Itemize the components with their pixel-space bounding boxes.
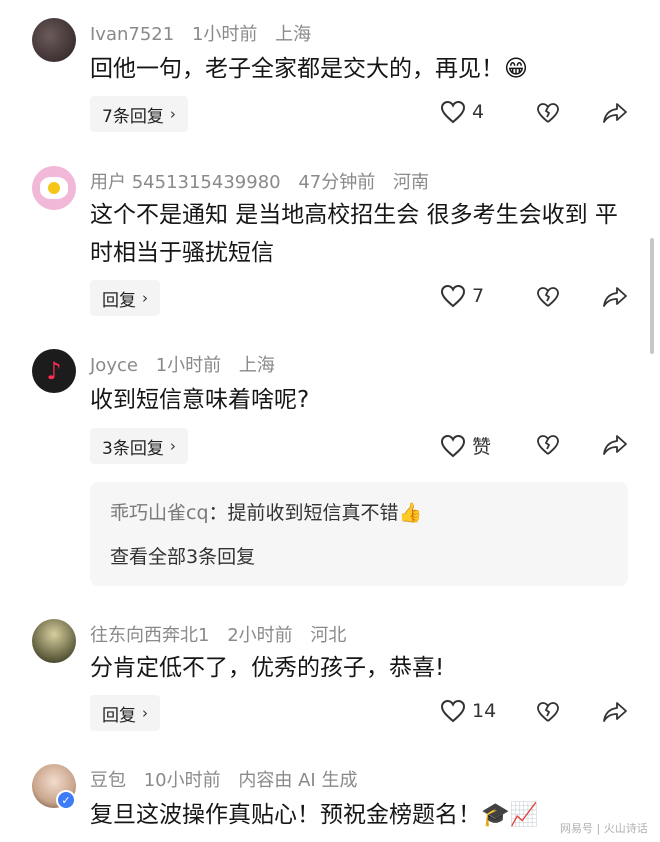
broken-heart-icon bbox=[537, 287, 559, 307]
share-button[interactable] bbox=[602, 286, 628, 312]
comment-text: 这个不是通知 是当地高校招生会 很多考生会收到 平时相当于骚扰短信 bbox=[90, 202, 618, 266]
comment-time: 1小时前 bbox=[191, 24, 258, 45]
avatar[interactable] bbox=[32, 18, 76, 62]
chevron-right-icon: › bbox=[142, 289, 148, 307]
share-arrow-icon bbox=[603, 702, 627, 722]
sub-reply: 乖巧山雀cq：提前收到短信真不错👍 bbox=[110, 502, 423, 524]
broken-heart-icon bbox=[537, 435, 559, 455]
username[interactable]: 豆包 bbox=[90, 770, 126, 791]
share-arrow-icon bbox=[603, 103, 627, 123]
reply-label: 7条回复 bbox=[102, 106, 164, 127]
sub-reply-preview[interactable]: 乖巧山雀cq：提前收到短信真不错👍 查看全部3条回复 bbox=[90, 482, 628, 586]
like-button[interactable]: 赞 bbox=[440, 432, 491, 459]
comment-time: 10小时前 bbox=[143, 770, 221, 791]
share-button[interactable] bbox=[602, 701, 628, 727]
comment-location: 河南 bbox=[392, 172, 429, 193]
comment-text: 分肯定低不了，优秀的孩子，恭喜! bbox=[90, 655, 445, 681]
heart-outline-icon bbox=[440, 100, 466, 124]
watermark: 网易号 | 火山诗话 bbox=[560, 822, 648, 835]
comment-text: 回他一句，老子全家都是交大的，再见！😁 bbox=[90, 56, 528, 82]
heart-outline-icon bbox=[440, 284, 466, 308]
like-count: 赞 bbox=[472, 436, 492, 458]
comment-location: 河北 bbox=[310, 625, 347, 646]
reply-label: 回复 bbox=[102, 705, 136, 726]
share-button[interactable] bbox=[602, 434, 628, 460]
verified-check-icon: ✓ bbox=[56, 790, 76, 810]
sub-reply-username[interactable]: 乖巧山雀cq bbox=[110, 502, 209, 524]
dislike-button[interactable] bbox=[536, 701, 560, 727]
comment-text: 收到短信意味着啥呢? bbox=[90, 387, 310, 413]
share-button[interactable] bbox=[602, 102, 628, 128]
scrollbar[interactable] bbox=[650, 238, 654, 354]
comment-actions: 4 bbox=[440, 96, 640, 132]
broken-heart-icon bbox=[537, 103, 559, 123]
username[interactable]: 往东向西奔北1 bbox=[90, 625, 209, 646]
reply-button[interactable]: 回复 › bbox=[90, 280, 160, 316]
username[interactable]: Ivan7521 bbox=[90, 24, 174, 45]
share-arrow-icon bbox=[603, 435, 627, 455]
like-count: 4 bbox=[472, 101, 485, 123]
reply-button[interactable]: 回复 › bbox=[90, 695, 160, 731]
comment-time: 47分钟前 bbox=[298, 172, 376, 193]
broken-heart-icon bbox=[537, 702, 559, 722]
reply-label: 回复 bbox=[102, 290, 136, 311]
dislike-button[interactable] bbox=[536, 286, 560, 312]
comment-actions: 7 bbox=[440, 280, 640, 316]
view-replies-button[interactable]: 3条回复 › bbox=[90, 428, 188, 464]
view-replies-button[interactable]: 7条回复 › bbox=[90, 96, 188, 132]
avatar[interactable] bbox=[32, 619, 76, 663]
like-button[interactable]: 14 bbox=[440, 699, 496, 723]
dislike-button[interactable] bbox=[536, 102, 560, 128]
chevron-right-icon: › bbox=[169, 105, 176, 123]
sub-reply-text: 提前收到短信真不错👍 bbox=[227, 502, 423, 524]
share-arrow-icon bbox=[603, 287, 627, 307]
comment-time: 1小时前 bbox=[155, 355, 222, 376]
avatar[interactable]: ♪ bbox=[32, 349, 76, 393]
chevron-right-icon: › bbox=[169, 437, 176, 455]
like-button[interactable]: 7 bbox=[440, 284, 484, 308]
heart-outline-icon bbox=[440, 434, 466, 457]
comment-text: 复旦这波操作真贴心！预祝金榜题名！🎓📈 bbox=[90, 802, 539, 828]
comment-location: 上海 bbox=[238, 355, 275, 376]
heart-outline-icon bbox=[440, 699, 466, 723]
comment-location: 上海 bbox=[275, 24, 312, 45]
dislike-button[interactable] bbox=[536, 434, 560, 460]
comment-location: 内容由 AI 生成 bbox=[238, 770, 358, 791]
avatar[interactable] bbox=[32, 166, 76, 210]
username[interactable]: 用户 5451315439980 bbox=[90, 172, 281, 193]
like-count: 14 bbox=[472, 700, 497, 722]
reply-label: 3条回复 bbox=[102, 438, 164, 459]
like-button[interactable]: 4 bbox=[440, 100, 484, 124]
view-all-replies-link[interactable]: 查看全部3条回复 bbox=[110, 542, 255, 569]
chevron-right-icon: › bbox=[142, 704, 148, 722]
comment-actions: 14 bbox=[440, 695, 640, 731]
username[interactable]: Joyce bbox=[90, 355, 138, 376]
comment-actions: 赞 bbox=[440, 428, 640, 464]
comment-time: 2小时前 bbox=[227, 625, 293, 646]
like-count: 7 bbox=[472, 285, 485, 307]
